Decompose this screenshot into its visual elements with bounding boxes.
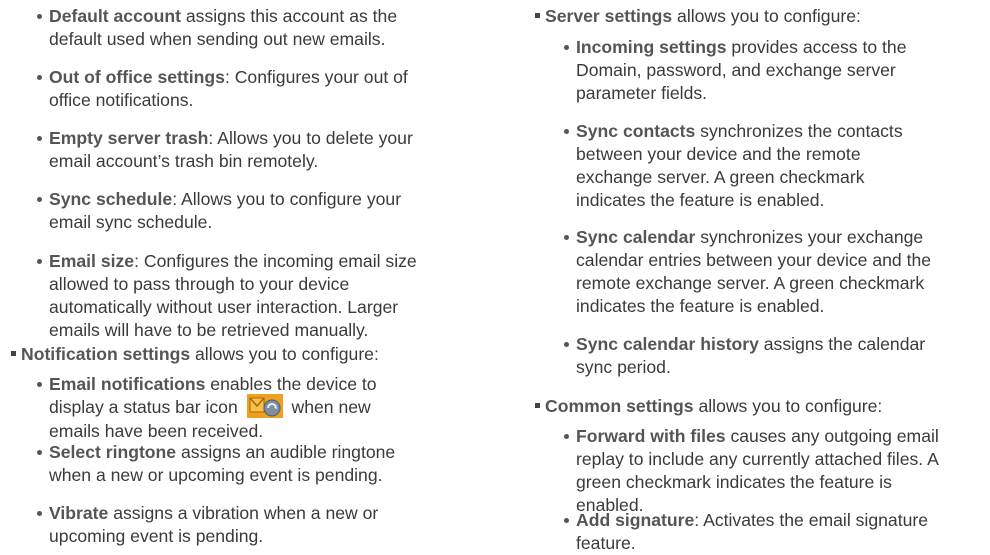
bullet-dot — [564, 235, 569, 240]
term-out-of-office: Out of office settings — [49, 67, 225, 87]
section-notification-settings: Notification settings allows you to conf… — [11, 343, 379, 366]
term-forward-with-files: Forward with files — [576, 426, 726, 446]
list-item-add-signature: Add signature: Activates the email signa… — [564, 509, 928, 555]
list-item-empty-server-trash: Empty server trash: Allows you to delete… — [37, 127, 413, 173]
section-bullet — [535, 12, 540, 18]
list-item-sync-contacts: Sync contacts synchronizes the contacts … — [564, 120, 903, 212]
list-item-sync-calendar-history: Sync calendar history assigns the calend… — [564, 333, 925, 379]
term-email-size: Email size — [49, 251, 135, 271]
bullet-dot — [564, 342, 569, 347]
bullet-dot — [37, 136, 42, 141]
list-item-default-account: Default account assigns this account as … — [37, 5, 397, 51]
list-item-forward-with-files: Forward with files causes any outgoing e… — [564, 425, 939, 517]
term-notification-settings: Notification settings — [21, 344, 191, 364]
term-sync-contacts: Sync contacts — [576, 121, 696, 141]
list-item-select-ringtone: Select ringtone assigns an audible ringt… — [37, 441, 395, 487]
list-item-out-of-office: Out of office settings: Configures your … — [37, 66, 408, 112]
bullet-dot — [564, 434, 569, 439]
term-incoming-settings: Incoming settings — [576, 37, 727, 57]
term-empty-server-trash: Empty server trash — [49, 128, 209, 148]
section-server-settings: Server settings allows you to configure: — [535, 5, 861, 28]
section-common-settings: Common settings allows you to configure: — [535, 395, 882, 418]
term-sync-calendar-history: Sync calendar history — [576, 334, 759, 354]
bullet-dot — [564, 518, 569, 523]
term-add-signature: Add signature — [576, 510, 695, 530]
email-notification-icon — [246, 394, 283, 419]
section-bullet — [535, 402, 540, 408]
bullet-dot — [37, 197, 42, 202]
list-item-email-size: Email size: Configures the incoming emai… — [37, 250, 417, 342]
bullet-dot — [37, 14, 42, 19]
list-item-sync-calendar: Sync calendar synchronizes your exchange… — [564, 226, 931, 318]
bullet-dot — [37, 511, 42, 516]
term-sync-schedule: Sync schedule — [49, 189, 173, 209]
term-server-settings: Server settings — [545, 6, 673, 26]
term-sync-calendar: Sync calendar — [576, 227, 696, 247]
term-select-ringtone: Select ringtone — [49, 442, 177, 462]
section-bullet — [11, 350, 16, 356]
bullet-dot — [564, 129, 569, 134]
bullet-dot — [37, 450, 42, 455]
list-item-incoming-settings: Incoming settings provides access to the… — [564, 36, 907, 105]
term-vibrate: Vibrate — [49, 503, 109, 523]
term-common-settings: Common settings — [545, 396, 694, 416]
bullet-dot — [564, 45, 569, 50]
list-item-sync-schedule: Sync schedule: Allows you to configure y… — [37, 188, 401, 234]
list-item-email-notifications: Email notifications enables the device t… — [37, 373, 377, 443]
term-default-account: Default account — [49, 6, 181, 26]
bullet-dot — [37, 382, 42, 387]
term-email-notifications: Email notifications — [49, 374, 206, 394]
bullet-dot — [37, 259, 42, 264]
list-item-vibrate: Vibrate assigns a vibration when a new o… — [37, 502, 378, 548]
bullet-dot — [37, 75, 42, 80]
